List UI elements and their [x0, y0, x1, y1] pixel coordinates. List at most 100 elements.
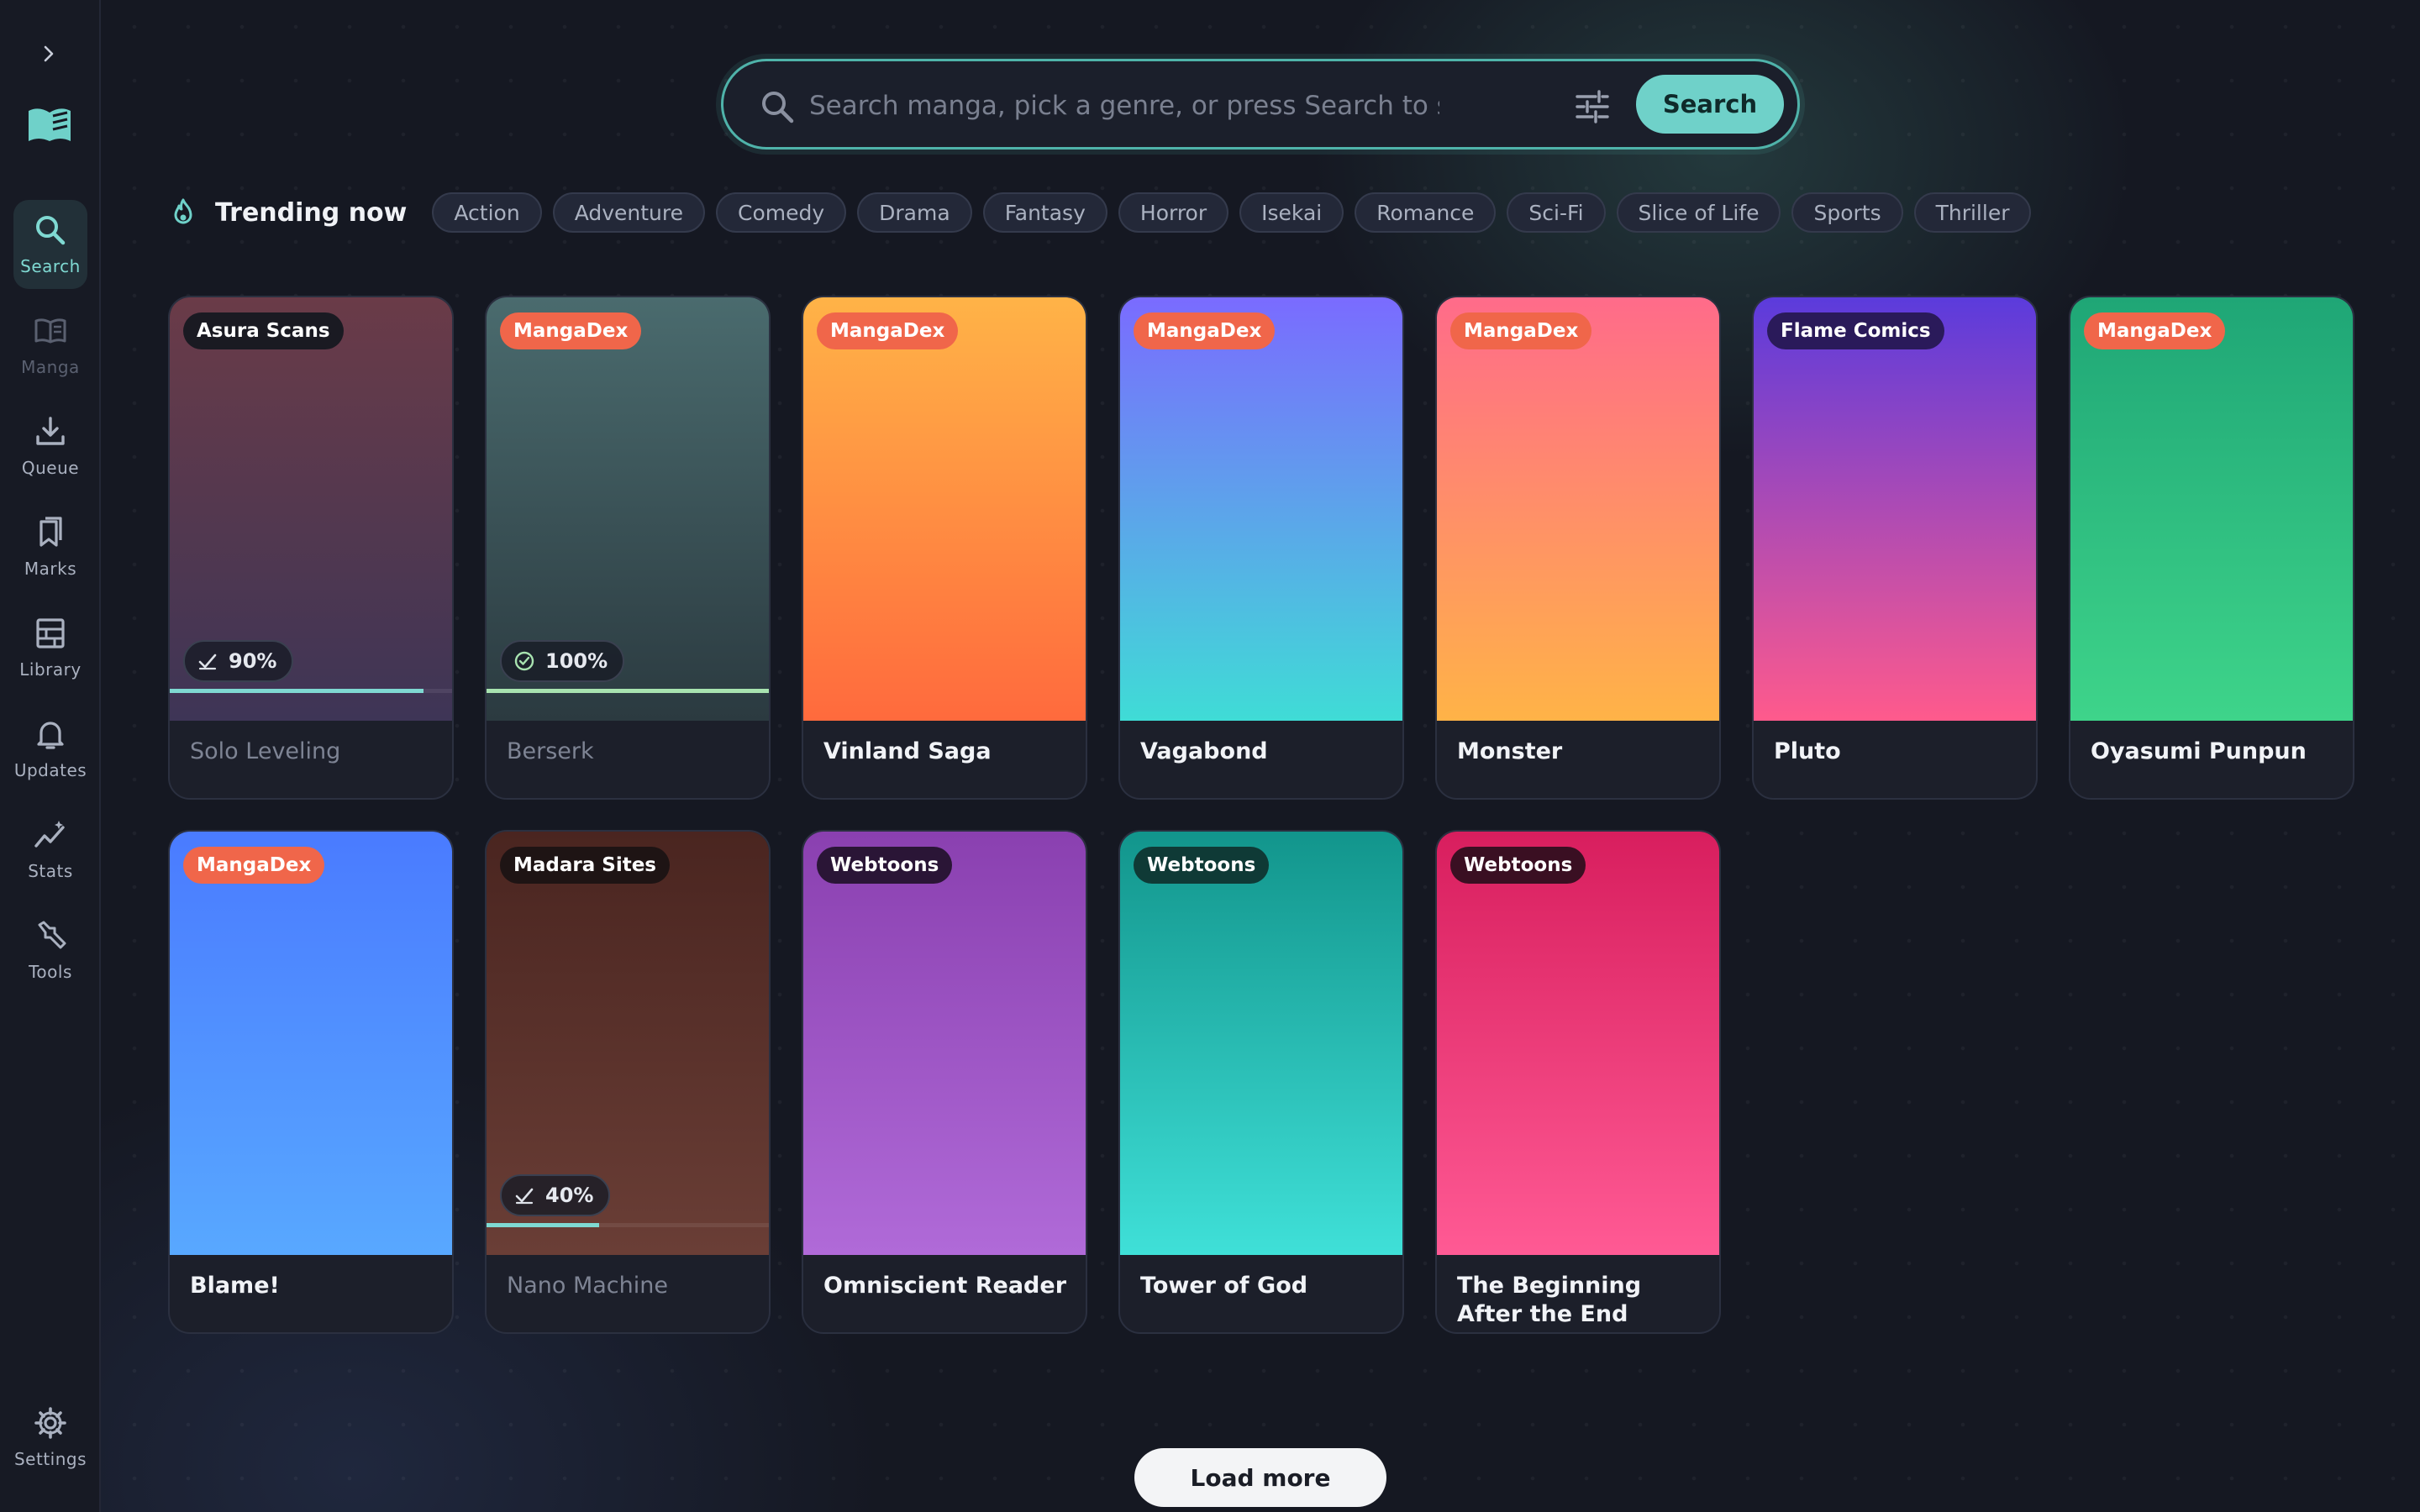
nav-item-queue[interactable]: Queue: [13, 402, 87, 491]
manga-card[interactable]: Asura Scans 90% Solo Leveling: [168, 296, 454, 800]
read-progress-bar: [487, 689, 769, 693]
nav-item-label: Manga: [21, 357, 80, 377]
library-icon: [36, 618, 65, 648]
book-icon: [34, 318, 66, 344]
manga-title: Oyasumi Punpun: [2091, 738, 2307, 764]
sidebar-expand-chevron-icon[interactable]: [32, 37, 66, 71]
search-icon: [762, 92, 794, 123]
sidebar: Search Manga Queue Marks Library Updates…: [0, 0, 101, 1512]
source-badge: Webtoons: [1450, 847, 1586, 884]
app-logo-book-icon: [25, 104, 74, 146]
nav-item-settings[interactable]: Settings: [13, 1393, 87, 1482]
genre-chip[interactable]: Action: [432, 192, 542, 233]
manga-card[interactable]: Webtoons The Beginning After the End: [1435, 830, 1721, 1334]
genre-chip[interactable]: Adventure: [552, 192, 705, 233]
genre-chip[interactable]: Sports: [1791, 192, 1903, 233]
manga-card[interactable]: Madara Sites 40% Nano Machine: [485, 830, 771, 1334]
read-progress-badge: 90%: [183, 640, 294, 682]
search-bar: Search: [721, 59, 1800, 150]
read-progress-fill: [487, 1223, 600, 1227]
search-input[interactable]: [809, 83, 1439, 129]
manga-card[interactable]: Flame Comics Pluto: [1752, 296, 2038, 800]
read-progress-bar: [487, 1223, 769, 1227]
search-button[interactable]: Search: [1636, 75, 1784, 134]
read-progress-text: 100%: [545, 649, 608, 673]
manga-title: Omniscient Reader: [823, 1273, 1067, 1299]
nav-item-label: Tools: [29, 962, 72, 982]
source-badge: MangaDex: [2084, 312, 2226, 349]
read-progress-fill: [170, 689, 424, 693]
nav-item-tools[interactable]: Tools: [13, 906, 87, 995]
download-icon: [36, 417, 65, 445]
check-circle-icon: [514, 651, 534, 671]
manga-cover: [1437, 297, 1719, 721]
nav-item-label: Queue: [21, 458, 80, 478]
source-badge: Webtoons: [817, 847, 953, 884]
nav-item-label: Marks: [24, 559, 77, 579]
manga-title: The Beginning After the End: [1457, 1273, 1642, 1327]
genre-chip[interactable]: Fantasy: [982, 192, 1107, 233]
manga-cover: [170, 832, 452, 1255]
manga-title: Vinland Saga: [823, 738, 992, 764]
check-icon: [198, 654, 217, 670]
nav-item-search[interactable]: Search: [13, 200, 87, 289]
genre-chip[interactable]: Romance: [1355, 192, 1497, 233]
manga-card[interactable]: MangaDex Monster: [1435, 296, 1721, 800]
nav-item-label: Updates: [13, 760, 87, 780]
genre-chip[interactable]: Isekai: [1239, 192, 1344, 233]
manga-card[interactable]: Webtoons Tower of God: [1118, 830, 1404, 1334]
read-progress-badge: 40%: [500, 1174, 611, 1216]
source-badge: MangaDex: [1134, 312, 1276, 349]
manga-cover: [2070, 297, 2353, 721]
nav-item-marks[interactable]: Marks: [13, 502, 87, 591]
search-icon: [36, 216, 66, 245]
manga-title: Vagabond: [1140, 738, 1268, 764]
read-progress-badge: 100%: [500, 640, 625, 682]
nav-item-updates[interactable]: Updates: [13, 704, 87, 793]
manga-cover: [1120, 832, 1402, 1255]
nav-item-manga[interactable]: Manga: [13, 301, 87, 390]
nav-item-label: Library: [19, 659, 82, 680]
read-progress-text: 40%: [545, 1184, 594, 1207]
manga-card[interactable]: MangaDex Vagabond: [1118, 296, 1404, 800]
source-badge: Flame Comics: [1767, 312, 1944, 349]
manga-title: Pluto: [1774, 738, 1841, 764]
sparkline-icon: [34, 821, 65, 848]
manga-title: Blame!: [190, 1273, 280, 1299]
nav-item-label: Stats: [28, 861, 73, 881]
genre-chip[interactable]: Thriller: [1913, 192, 2032, 233]
manga-cover: [1437, 832, 1719, 1255]
source-badge: MangaDex: [183, 847, 325, 884]
filter-sliders-icon[interactable]: [1572, 87, 1612, 127]
read-progress-text: 90%: [229, 649, 277, 673]
manga-title: Berserk: [507, 738, 594, 764]
nav-item-label: Search: [20, 256, 81, 276]
source-badge: Webtoons: [1134, 847, 1270, 884]
source-badge: Madara Sites: [500, 847, 670, 884]
genre-chip[interactable]: Sci-Fi: [1507, 192, 1606, 233]
nav-item-label: Settings: [13, 1449, 87, 1469]
manga-title: Monster: [1457, 738, 1563, 764]
trending-row: Trending now Action Adventure Comedy Drama F…: [168, 192, 2032, 234]
manga-cover: [803, 297, 1086, 721]
manga-card[interactable]: MangaDex 100% Berserk: [485, 296, 771, 800]
genre-chip[interactable]: Drama: [857, 192, 972, 233]
check-icon: [515, 1188, 534, 1205]
nav-item-library[interactable]: Library: [13, 603, 87, 692]
manga-card[interactable]: MangaDex Oyasumi Punpun: [2069, 296, 2354, 800]
source-badge: Asura Scans: [183, 312, 344, 349]
genre-chip[interactable]: Slice of Life: [1616, 192, 1781, 233]
manga-card[interactable]: MangaDex Vinland Saga: [802, 296, 1087, 800]
manga-card[interactable]: Webtoons Omniscient Reader: [802, 830, 1087, 1334]
bell-icon: [37, 722, 64, 749]
manga-cover: [803, 832, 1086, 1255]
genre-chip[interactable]: Comedy: [716, 192, 847, 233]
manga-title: Tower of God: [1140, 1273, 1308, 1299]
source-badge: MangaDex: [500, 312, 642, 349]
read-progress-bar: [170, 689, 452, 693]
manga-card[interactable]: MangaDex Blame!: [168, 830, 454, 1334]
nav-item-stats[interactable]: Stats: [13, 805, 87, 894]
trending-title: Trending now: [215, 197, 408, 228]
load-more-button[interactable]: Load more: [1134, 1448, 1386, 1507]
genre-chip[interactable]: Horror: [1118, 192, 1229, 233]
